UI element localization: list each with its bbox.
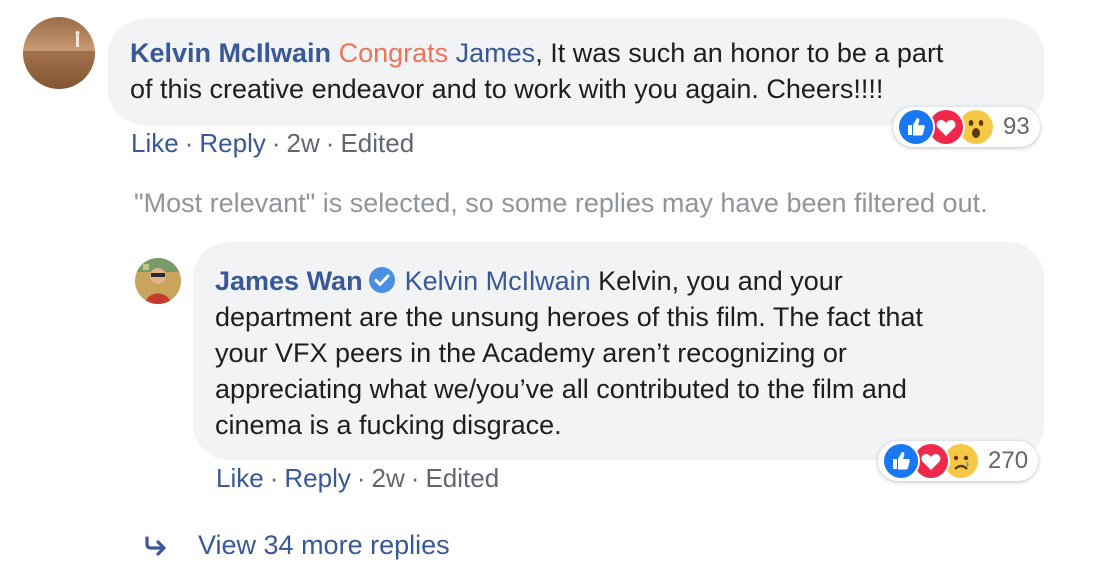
reply-timestamp[interactable]: 2w: [372, 463, 405, 493]
reply-text-line2: department are the unsung heroes of this…: [215, 302, 923, 332]
reply-text-line5: cinema is a fucking disgrace.: [215, 410, 562, 440]
separator: ·: [271, 128, 281, 158]
edited-label[interactable]: Edited: [425, 463, 499, 493]
view-more-replies-label[interactable]: View 34 more replies: [198, 530, 450, 561]
commenter-avatar[interactable]: [23, 17, 95, 89]
comment-author-name[interactable]: Kelvin McIlwain: [130, 38, 331, 68]
like-icon: [882, 442, 920, 480]
separator: ·: [410, 463, 420, 493]
reaction-count[interactable]: 93: [1003, 113, 1030, 141]
reply-author-name[interactable]: James Wan: [215, 266, 363, 296]
filter-notice: "Most relevant" is selected, so some rep…: [134, 188, 988, 218]
separator: ·: [269, 463, 279, 493]
verified-badge-icon: [368, 267, 395, 293]
reply-button[interactable]: Reply: [284, 463, 350, 493]
comment-text-part1: , It was such an honor to be a part: [535, 38, 944, 68]
separator: ·: [325, 128, 335, 158]
reply-text-part1: Kelvin, you and your: [590, 266, 843, 296]
reply-bubble: James Wan Kelvin McIlwain Kelvin, you and…: [193, 242, 1044, 460]
mentioned-name[interactable]: James: [456, 38, 536, 68]
like-icon: [897, 108, 935, 146]
view-more-replies[interactable]: View 34 more replies: [144, 530, 450, 561]
comment-reactions[interactable]: 93: [893, 107, 1040, 147]
comment-timestamp[interactable]: 2w: [287, 128, 320, 158]
like-button[interactable]: Like: [216, 463, 264, 493]
comment-text-line1: Kelvin McIlwain Congrats James, It was s…: [130, 35, 1022, 71]
separator: ·: [184, 128, 194, 158]
reply-text-line1: James Wan Kelvin McIlwain Kelvin, you and…: [215, 263, 1022, 299]
reply-text-line4: appreciating what we/you’ve all contribu…: [215, 374, 907, 404]
replier-avatar[interactable]: [135, 258, 181, 304]
reaction-count[interactable]: 270: [988, 447, 1028, 475]
reply-text-line3: your VFX peers in the Academy aren’t rec…: [215, 338, 847, 368]
separator: ·: [356, 463, 366, 493]
congrats-tag[interactable]: Congrats: [339, 38, 449, 68]
reply-reactions[interactable]: 270: [878, 441, 1039, 481]
comment-actions: Like · Reply · 2w · Edited: [131, 128, 414, 159]
like-button[interactable]: Like: [131, 128, 179, 158]
edited-label[interactable]: Edited: [340, 128, 414, 158]
comment-text-line2: of this creative endeavor and to work wi…: [130, 74, 884, 104]
reply-button[interactable]: Reply: [199, 128, 265, 158]
reply-actions: Like · Reply · 2w · Edited: [216, 463, 499, 494]
reply-arrow-icon: [144, 535, 170, 557]
reply-mention[interactable]: Kelvin McIlwain: [405, 266, 591, 296]
